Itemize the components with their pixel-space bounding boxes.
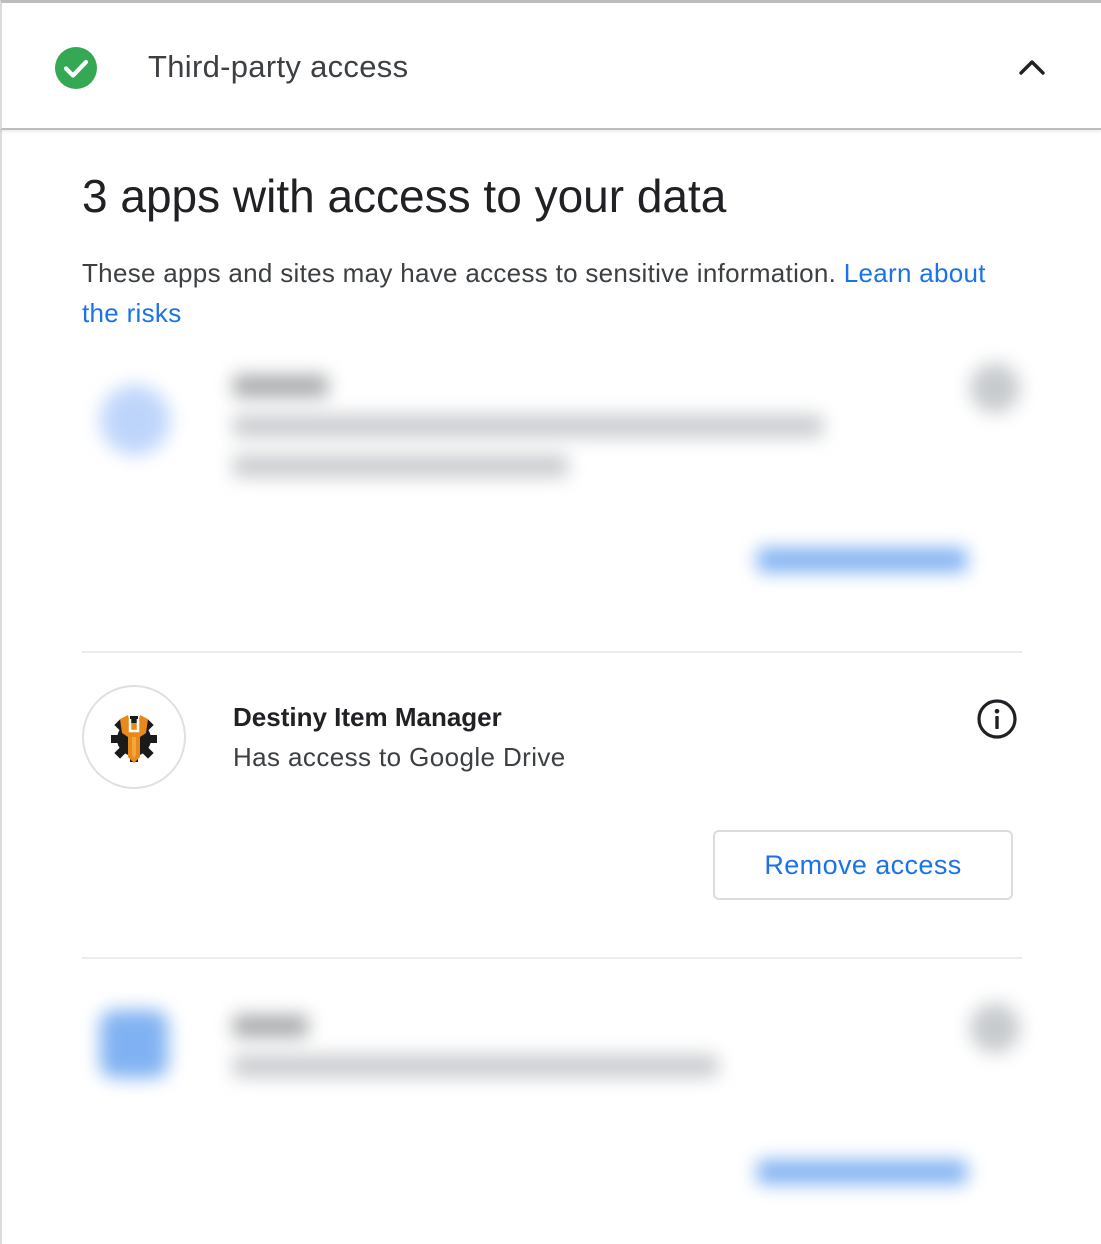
app-row-blurred-2 [82,995,1022,1215]
app-row-destiny: Destiny Item Manager Has access to Googl… [82,685,1022,915]
remove-link-blurred [757,1160,967,1184]
destiny-item-manager-logo-icon [111,715,157,763]
app-detail-blurred [233,1055,718,1077]
app-logo [82,685,186,789]
app-detail-blurred [233,415,823,437]
collapse-button[interactable] [1008,45,1056,93]
remove-link-blurred [757,548,967,572]
description-text: These apps and sites may have access to … [82,258,844,288]
app-logo-blurred [100,385,170,455]
chevron-up-icon [1018,58,1046,81]
check-circle-icon [55,47,97,89]
row-divider [82,957,1022,959]
remove-access-button[interactable]: Remove access [713,830,1013,900]
app-row-blurred-1 [82,355,1022,605]
apps-description: These apps and sites may have access to … [82,253,1002,333]
apps-count-heading: 3 apps with access to your data [82,170,727,222]
section-title: Third-party access [148,49,409,84]
row-divider [82,651,1022,653]
info-button[interactable] [973,697,1021,745]
app-detail-blurred-2 [233,455,568,477]
info-icon-blurred [970,1003,1020,1053]
app-name-blurred [233,375,328,397]
info-icon-blurred [970,363,1020,413]
app-name: Destiny Item Manager [233,702,502,732]
app-access-detail: Has access to Google Drive [233,742,566,772]
app-name-blurred [233,1015,308,1037]
info-icon [976,698,1018,745]
section-header[interactable]: Third-party access [0,0,1101,130]
app-logo-blurred [100,1010,168,1078]
